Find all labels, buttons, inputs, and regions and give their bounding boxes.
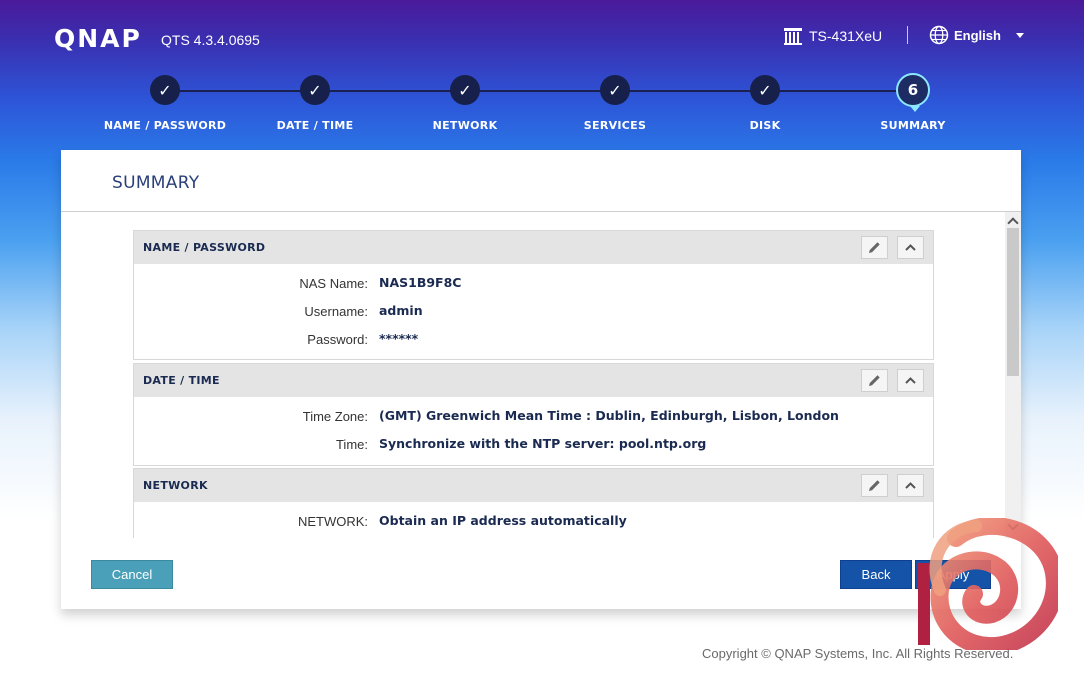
- scroll-up-icon[interactable]: [1007, 217, 1019, 229]
- language-selector[interactable]: English: [929, 25, 1024, 45]
- pencil-icon: [869, 375, 880, 386]
- top-header: QNAP QTS 4.3.4.0695 TS-431XeU English: [0, 0, 1084, 70]
- section-header: DATE / TIME: [134, 364, 933, 397]
- step-disk: ✓ DISK: [690, 75, 840, 132]
- step-name-password: ✓ NAME / PASSWORD: [90, 75, 240, 132]
- step-date-time: ✓ DATE / TIME: [240, 75, 390, 132]
- check-icon: ✓: [750, 75, 780, 105]
- row-network: NETWORK: Obtain an IP address automatica…: [297, 513, 627, 529]
- summary-card: SUMMARY NAME / PASSWORD NAS Name: NAS1B9…: [61, 150, 1021, 609]
- chevron-up-icon: [905, 244, 916, 251]
- step-summary: 6 SUMMARY: [838, 73, 988, 132]
- row-time-zone: Time Zone: (GMT) Greenwich Mean Time : D…: [302, 408, 839, 424]
- watermark-logo-icon: [918, 518, 1058, 650]
- section-title: NETWORK: [143, 479, 208, 492]
- pencil-icon: [869, 480, 880, 491]
- language-label: English: [954, 27, 1001, 43]
- check-icon: ✓: [300, 75, 330, 105]
- section-network: NETWORK NETWORK: Obtain an IP address au…: [133, 468, 934, 538]
- firmware-version: QTS 4.3.4.0695: [161, 32, 260, 48]
- row-time: Time: Synchronize with the NTP server: p…: [335, 436, 707, 452]
- collapse-date-time-button[interactable]: [897, 369, 924, 392]
- scrollbar-thumb[interactable]: [1007, 228, 1019, 376]
- device-model: TS-431XeU: [783, 27, 882, 45]
- edit-date-time-button[interactable]: [861, 369, 888, 392]
- step-services: ✓ SERVICES: [540, 75, 690, 132]
- chevron-up-icon: [905, 377, 916, 384]
- row-password: Password: ******: [307, 331, 419, 347]
- section-header: NETWORK: [134, 469, 933, 502]
- section-name-password: NAME / PASSWORD NAS Name: NAS1B9F8C User…: [133, 230, 934, 360]
- globe-icon: [929, 25, 949, 45]
- nas-device-icon: [784, 28, 802, 45]
- header-separator: [907, 26, 908, 44]
- cancel-button[interactable]: Cancel: [91, 560, 173, 589]
- check-icon: ✓: [450, 75, 480, 105]
- row-nas-name: NAS Name: NAS1B9F8C: [299, 275, 462, 291]
- device-model-label: TS-431XeU: [809, 28, 883, 44]
- check-icon: ✓: [600, 75, 630, 105]
- section-header: NAME / PASSWORD: [134, 231, 933, 264]
- collapse-network-button[interactable]: [897, 474, 924, 497]
- vertical-scrollbar[interactable]: [1005, 212, 1021, 538]
- row-username: Username: admin: [304, 303, 423, 319]
- section-title: DATE / TIME: [143, 374, 220, 387]
- check-icon: ✓: [150, 75, 180, 105]
- back-button[interactable]: Back: [840, 560, 912, 589]
- section-date-time: DATE / TIME Time Zone: (GMT) Greenwich M…: [133, 363, 934, 466]
- chevron-down-icon: [1015, 32, 1024, 38]
- chevron-up-icon: [905, 482, 916, 489]
- qnap-logo: QNAP: [54, 24, 142, 53]
- edit-name-password-button[interactable]: [861, 236, 888, 259]
- collapse-name-password-button[interactable]: [897, 236, 924, 259]
- section-title: NAME / PASSWORD: [143, 241, 266, 254]
- page-title: SUMMARY: [112, 173, 200, 193]
- step-number: 6: [896, 73, 930, 112]
- pencil-icon: [869, 242, 880, 253]
- summary-scroll-area[interactable]: NAME / PASSWORD NAS Name: NAS1B9F8C User…: [61, 212, 1021, 538]
- edit-network-button[interactable]: [861, 474, 888, 497]
- setup-stepper: ✓ NAME / PASSWORD ✓ DATE / TIME ✓ NETWOR…: [0, 72, 1084, 142]
- step-network: ✓ NETWORK: [390, 75, 540, 132]
